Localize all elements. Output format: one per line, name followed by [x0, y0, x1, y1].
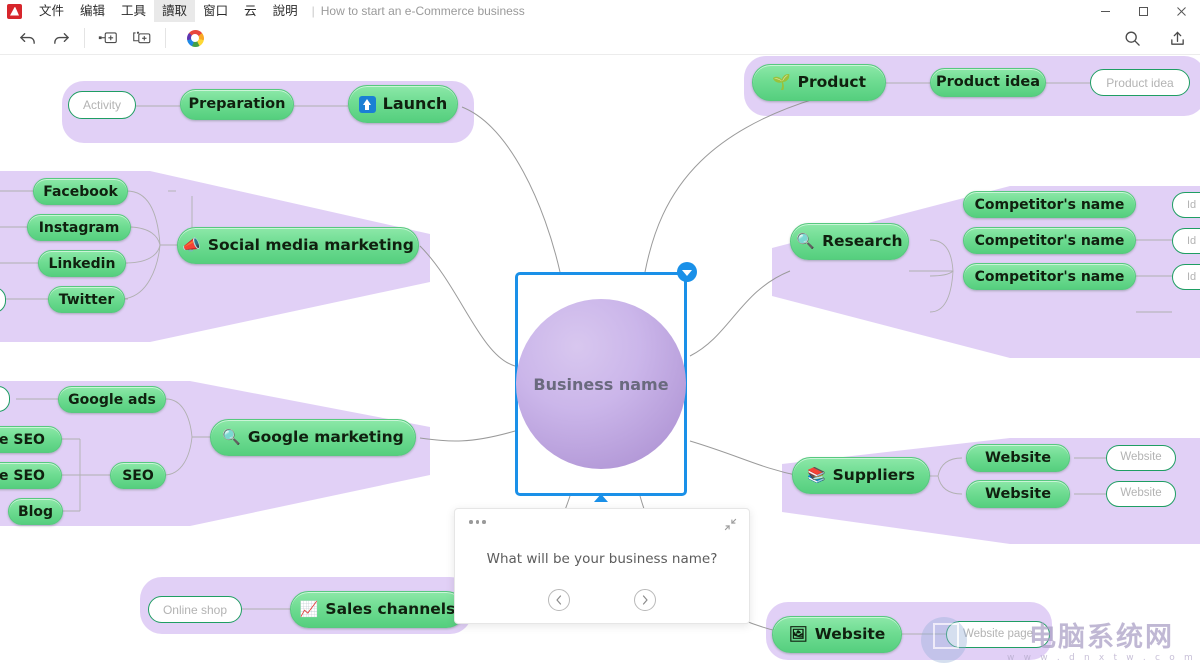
node-competitor-1[interactable]: Competitor's name: [963, 191, 1136, 218]
undo-icon[interactable]: [10, 24, 44, 52]
node-competitor-3[interactable]: Competitor's name: [963, 263, 1136, 290]
launch-icon: [358, 95, 376, 113]
node-on-page-seo[interactable]: ge SEO: [0, 426, 62, 453]
toolbar-divider-1: [84, 28, 85, 48]
node-sales-channels[interactable]: 📈 Sales channels: [290, 591, 465, 628]
node-instagram[interactable]: Instagram: [27, 214, 131, 241]
menu-edit[interactable]: 编辑: [72, 0, 113, 22]
chart-icon: 📈: [299, 600, 319, 618]
toolbar-divider-2: [165, 28, 166, 48]
node-website[interactable]: 🖼 Website: [772, 616, 902, 653]
node-off-page-seo[interactable]: ge SEO: [0, 462, 62, 489]
menu-cloud[interactable]: 云: [236, 0, 265, 22]
node-product[interactable]: 🌱 Product: [752, 64, 886, 101]
node-competitor-3-leaf[interactable]: Id: [1172, 264, 1200, 290]
node-product-idea-leaf[interactable]: Product idea: [1090, 69, 1190, 96]
node-competitor-2[interactable]: Competitor's name: [963, 227, 1136, 254]
node-facebook[interactable]: Facebook: [33, 178, 128, 205]
website-image-icon: 🖼: [788, 625, 808, 643]
sprout-icon: 🌱: [771, 73, 791, 91]
share-icon[interactable]: [1154, 24, 1200, 52]
minimize-button[interactable]: [1086, 0, 1124, 22]
node-website-page-leaf[interactable]: Website page: [946, 621, 1050, 648]
menu-window[interactable]: 窗口: [195, 0, 236, 22]
close-button[interactable]: [1162, 0, 1200, 22]
add-subtopic-icon[interactable]: [125, 24, 159, 52]
maximize-button[interactable]: [1124, 0, 1162, 22]
add-topic-icon[interactable]: [91, 24, 125, 52]
node-google-ads[interactable]: Google ads: [58, 386, 166, 413]
toolbar: [0, 22, 1200, 55]
magnifier-icon: 🔍: [796, 232, 816, 250]
color-wheel-icon[interactable]: [178, 24, 212, 52]
node-preparation[interactable]: Preparation: [180, 89, 294, 120]
central-node-label: Business name: [533, 374, 669, 394]
node-twitter[interactable]: Twitter: [48, 286, 125, 313]
mindmap-canvas[interactable]: Activity Preparation Launch ) Facebook I…: [0, 56, 1200, 665]
toolbar-history-group: [0, 22, 78, 54]
central-node-shape[interactable]: Business name: [516, 299, 686, 469]
menu-file[interactable]: 文件: [31, 0, 72, 22]
node-suppliers[interactable]: 📚 Suppliers: [792, 457, 930, 494]
node-social-media-marketing[interactable]: 📣 Social media marketing: [177, 227, 419, 264]
question-card[interactable]: What will be your business name?: [454, 508, 750, 624]
menu-read[interactable]: 讀取: [154, 0, 196, 22]
magnifier-icon: 🔍: [222, 428, 241, 446]
node-launch[interactable]: Launch: [348, 85, 458, 123]
app-logo-icon: [7, 3, 22, 19]
title-separator: |: [311, 4, 315, 18]
redo-icon[interactable]: [44, 24, 78, 52]
node-competitor-1-leaf[interactable]: Id: [1172, 192, 1200, 218]
node-competitor-2-leaf[interactable]: Id: [1172, 228, 1200, 254]
question-text: What will be your business name?: [486, 551, 718, 567]
node-online-shop[interactable]: Online shop: [148, 596, 242, 623]
node-research[interactable]: 🔍 Research: [790, 223, 909, 260]
expand-handle-icon[interactable]: [594, 494, 608, 502]
node-supplier-website-1-leaf[interactable]: Website: [1106, 445, 1176, 471]
node-supplier-website-2[interactable]: Website: [966, 480, 1070, 508]
search-icon[interactable]: [1110, 24, 1154, 52]
central-node[interactable]: Business name: [515, 262, 697, 502]
megaphone-icon: 📣: [182, 236, 201, 254]
node-blog[interactable]: Blog: [8, 498, 63, 525]
prev-question-button[interactable]: [548, 589, 570, 611]
question-nav: [455, 589, 749, 611]
toolbar-right-group: [1110, 24, 1200, 52]
node-seo[interactable]: SEO: [110, 462, 166, 489]
next-question-button[interactable]: [634, 589, 656, 611]
menu-help[interactable]: 說明: [265, 0, 306, 22]
collapse-icon[interactable]: [724, 518, 737, 536]
collapse-handle-icon[interactable]: [677, 262, 697, 282]
node-google-marketing[interactable]: 🔍 Google marketing: [210, 419, 416, 456]
window-controls: [1086, 0, 1200, 22]
toolbar-topic-group: [91, 22, 159, 54]
document-title: How to start an e-Commerce business: [320, 4, 525, 18]
node-activity[interactable]: Activity: [68, 91, 136, 119]
title-bar: 文件 编辑 工具 讀取 窗口 云 說明 | How to start an e-…: [0, 0, 1200, 22]
books-icon: 📚: [806, 466, 826, 484]
menu-tools[interactable]: 工具: [113, 0, 154, 22]
node-product-idea[interactable]: Product idea: [930, 68, 1046, 97]
node-supplier-website-1[interactable]: Website: [966, 444, 1070, 472]
node-supplier-website-2-leaf[interactable]: Website: [1106, 481, 1176, 507]
more-dots-icon[interactable]: [469, 520, 486, 524]
node-linkedin[interactable]: Linkedin: [38, 250, 126, 277]
